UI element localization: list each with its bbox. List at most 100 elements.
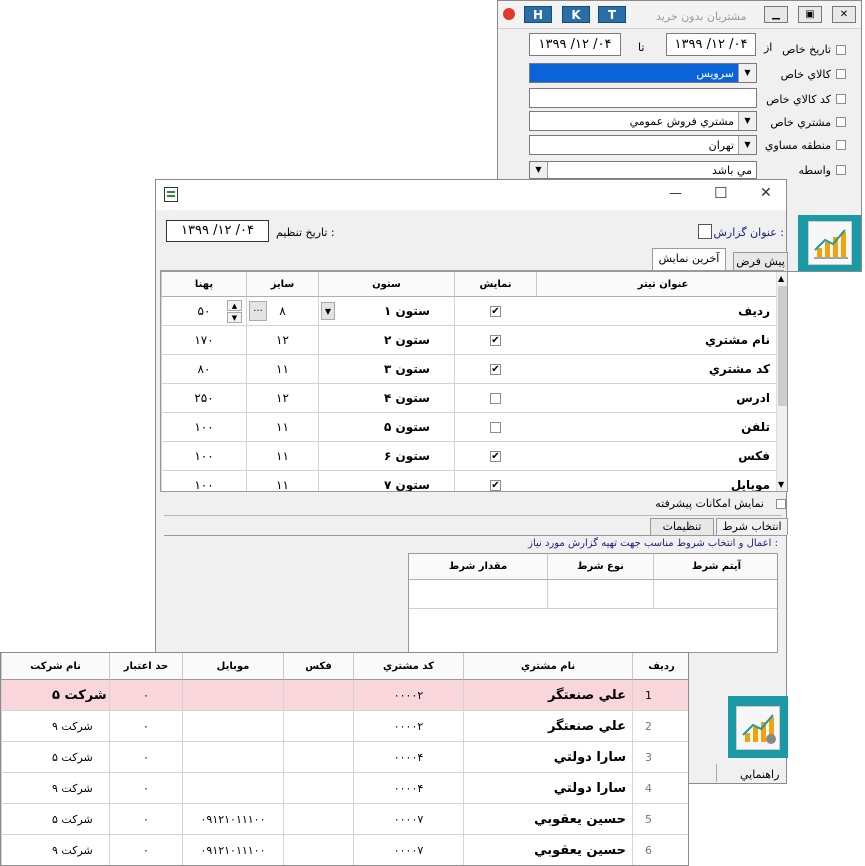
k-button[interactable]: K	[562, 6, 590, 23]
chevron-down-icon[interactable]: ▼	[738, 112, 756, 130]
close-button[interactable]: ✕	[760, 185, 772, 201]
width-cell[interactable]: ۲۵۰	[161, 384, 246, 413]
agent-select[interactable]: مي باشد ▼	[529, 161, 757, 179]
special-product-checkbox[interactable]	[836, 69, 846, 79]
tab-conditions[interactable]: انتخاب شرط	[716, 518, 788, 535]
result-cell-fax	[283, 711, 353, 742]
show-cell: ✔	[454, 355, 536, 384]
chart-report-button[interactable]	[736, 706, 780, 750]
spin-down-icon[interactable]: ▼	[227, 312, 242, 323]
ellipsis-button[interactable]: ...	[249, 301, 267, 321]
h-button[interactable]: H	[524, 6, 552, 23]
spin-up-icon[interactable]: ▲	[227, 300, 242, 311]
show-checkbox[interactable]	[490, 422, 501, 433]
column-select-cell[interactable]: ستون ۳	[318, 355, 454, 384]
result-cell-fax	[283, 773, 353, 804]
column-select-cell[interactable]: ستون ۱ ▼	[318, 297, 454, 326]
size-cell[interactable]: ۱۱	[246, 413, 318, 442]
size-cell[interactable]: ۱۲	[246, 326, 318, 355]
width-cell[interactable]: ۸۰	[161, 355, 246, 384]
special-date-checkbox[interactable]	[836, 45, 846, 55]
size-cell[interactable]: ۱۱	[246, 442, 318, 471]
special-customer-checkbox[interactable]	[836, 117, 846, 127]
show-checkbox[interactable]	[490, 393, 501, 404]
size-cell[interactable]: ۱۱	[246, 471, 318, 491]
tab-default[interactable]: پيش فرض	[733, 252, 788, 271]
column-select-cell[interactable]: ستون ۵	[318, 413, 454, 442]
scroll-up-icon[interactable]: ▲	[778, 274, 784, 283]
scroll-thumb[interactable]	[778, 286, 787, 406]
table-row[interactable]: 3 سارا دولتي ۰۰۰۰۴ ۰ شركت ۵	[1, 742, 688, 773]
from-label: از	[764, 41, 773, 54]
maximize-button[interactable]: ☐	[714, 184, 727, 202]
table-row[interactable]: 6 حسين يعقوبي ۰۰۰۰۷ ۰۹۱۲۱۰۱۱۱۰۰ ۰ شركت ۹	[1, 835, 688, 865]
table-row[interactable]: 4 سارا دولتي ۰۰۰۰۴ ۰ شركت ۹	[1, 773, 688, 804]
tab-settings[interactable]: تنظيمات	[650, 518, 714, 535]
size-cell[interactable]: ۸...	[246, 297, 318, 326]
result-cell-mobile	[182, 711, 283, 742]
special-product-code-checkbox[interactable]	[836, 94, 846, 104]
report-list-icon[interactable]	[698, 224, 712, 239]
minimize-button[interactable]: —	[669, 186, 682, 201]
condition-row[interactable]	[409, 580, 777, 609]
t-button[interactable]: T	[598, 6, 626, 23]
region-equal-checkbox[interactable]	[836, 140, 846, 150]
column-select-cell[interactable]: ستون ۶	[318, 442, 454, 471]
region-select-value: تهران	[708, 139, 734, 152]
minimize-button[interactable]: ▁	[764, 6, 788, 23]
show-checkbox[interactable]: ✔	[490, 364, 501, 375]
show-checkbox[interactable]: ✔	[490, 306, 501, 317]
table-row[interactable]: 1 علي صنعتگر ۰۰۰۰۲ ۰ شركت ۵	[1, 680, 688, 711]
column-title-cell: موبايل	[536, 471, 776, 491]
chevron-down-icon[interactable]: ▼	[530, 162, 548, 178]
chart-report-button[interactable]	[808, 221, 852, 265]
customer-select[interactable]: مشتري فروش عمومي ▼	[529, 111, 757, 131]
date-from-input[interactable]: ۱۳۹۹ /۱۲ /۰۴	[666, 33, 756, 56]
chevron-down-icon[interactable]: ▼	[321, 302, 335, 320]
column-select-cell[interactable]: ستون ۲	[318, 326, 454, 355]
help-label[interactable]: راهنمايي	[740, 768, 779, 781]
title-bar	[156, 180, 786, 210]
agent-checkbox[interactable]	[836, 165, 846, 175]
product-code-input[interactable]	[529, 88, 757, 108]
chevron-down-icon[interactable]: ▼	[738, 64, 756, 82]
product-select-value: سرويس	[696, 67, 734, 80]
width-cell[interactable]: ۱۷۰	[161, 326, 246, 355]
show-checkbox[interactable]: ✔	[490, 451, 501, 462]
table-row[interactable]: 2 علي صنعتگر ۰۰۰۰۲ ۰ شركت ۹	[1, 711, 688, 742]
tab-last-view[interactable]: آخرين نمايش	[652, 248, 726, 270]
size-cell[interactable]: ۱۱	[246, 355, 318, 384]
date-to-input[interactable]: ۱۳۹۹ /۱۲ /۰۴	[529, 33, 621, 56]
result-column-header: كد مشتري	[353, 653, 463, 680]
advanced-options-label: نمايش امكانات پيشرفته	[655, 497, 764, 510]
result-cell-mobile: ۰۹۱۲۱۰۱۱۱۰۰	[182, 804, 283, 835]
tab-divider	[164, 535, 786, 536]
show-cell: ✔	[454, 442, 536, 471]
result-cell-name: سارا دولتي	[463, 742, 632, 773]
width-cell[interactable]: ۱۰۰	[161, 413, 246, 442]
column-header: نمايش	[454, 272, 536, 297]
region-select[interactable]: تهران ▼	[529, 135, 757, 155]
result-column-header: حد اعتبار	[109, 653, 182, 680]
product-select[interactable]: سرويس ▼	[529, 63, 757, 83]
result-cell-credit: ۰	[109, 680, 182, 711]
vertical-scrollbar[interactable]: ▲ ▼	[776, 272, 787, 491]
result-cell-code: ۰۰۰۰۷	[353, 835, 463, 865]
result-cell-company: شركت ۹	[1, 835, 109, 865]
maximize-button[interactable]: ▣	[798, 6, 822, 23]
chevron-down-icon[interactable]: ▼	[738, 136, 756, 154]
column-select-cell[interactable]: ستون ۴	[318, 384, 454, 413]
show-checkbox[interactable]: ✔	[490, 335, 501, 346]
table-row[interactable]: 5 حسين يعقوبي ۰۰۰۰۷ ۰۹۱۲۱۰۱۱۱۰۰ ۰ شركت ۵	[1, 804, 688, 835]
setup-date-input[interactable]: ۱۳۹۹ /۱۲ /۰۴	[166, 220, 269, 242]
width-cell[interactable]: ۵۰ ▲ ▼	[161, 297, 246, 326]
column-select-cell[interactable]: ستون ۷	[318, 471, 454, 491]
show-checkbox[interactable]: ✔	[490, 480, 501, 491]
width-cell[interactable]: ۱۰۰	[161, 442, 246, 471]
width-cell[interactable]: ۱۰۰	[161, 471, 246, 491]
advanced-options-checkbox[interactable]	[776, 499, 786, 509]
date-to-value: ۱۳۹۹ /۱۲ /۰۴	[538, 37, 612, 52]
size-cell[interactable]: ۱۲	[246, 384, 318, 413]
close-button[interactable]: ✕	[832, 6, 856, 23]
scroll-down-icon[interactable]: ▼	[778, 480, 784, 489]
